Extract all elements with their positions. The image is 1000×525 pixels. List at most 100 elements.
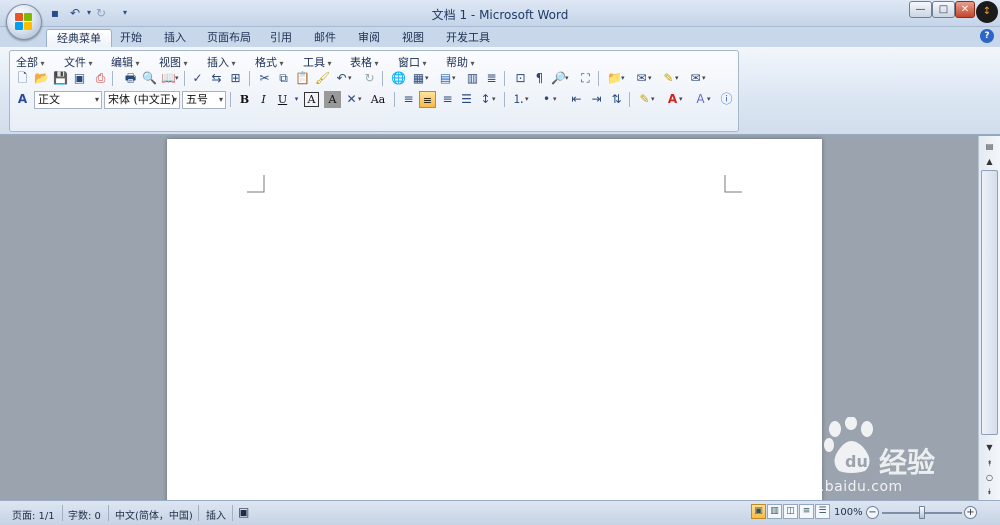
columns-icon[interactable]: ▥ [464,70,481,87]
decrease-indent-icon[interactable]: ⇤ [568,91,585,108]
menu-all[interactable]: 全部 [16,54,45,70]
tab-developer[interactable]: 开发工具 [436,29,500,47]
outline-view-button[interactable]: ≡ [799,504,814,519]
italic-button[interactable]: I [255,91,272,108]
full-screen-reading-view-button[interactable]: ▥ [767,504,782,519]
menu-help[interactable]: 帮助 [446,54,475,70]
paste-icon[interactable]: 📋 [294,70,311,87]
page-count[interactable]: 页面: 1/1 [12,507,55,522]
open-folder-icon[interactable]: 📂 [33,70,50,87]
macro-record-icon[interactable]: ▣ [238,505,249,519]
underline-dropdown-icon[interactable]: ▾ [288,91,305,108]
full-screen-icon[interactable]: ⛶ [577,70,594,87]
style-select[interactable]: 正文 ▾ [34,91,102,109]
bold-button[interactable]: B [236,91,253,108]
research-icon[interactable]: 📖 [160,70,178,87]
menu-format[interactable]: 格式 [255,54,284,70]
save-icon[interactable]: 💾 [52,70,69,87]
table-icon[interactable]: ▦ [410,70,429,87]
tab-home[interactable]: 开始 [110,29,152,47]
zoom-slider-thumb[interactable] [919,506,925,519]
menu-file[interactable]: 文件 [64,54,93,70]
tab-insert[interactable]: 插入 [154,29,196,47]
menu-window[interactable]: 窗口 [398,54,427,70]
help-icon[interactable]: ? [980,29,994,43]
tab-review[interactable]: 审阅 [348,29,390,47]
text-effect-icon[interactable]: A [692,91,710,108]
menu-edit[interactable]: 编辑 [111,54,140,70]
increase-indent-icon[interactable]: ⇥ [588,91,605,108]
styles-icon[interactable]: A [14,91,31,108]
change-case-button[interactable]: Aa [367,91,389,108]
line-spacing-icon[interactable]: ↕ [477,91,495,108]
menu-table[interactable]: 表格 [350,54,379,70]
text-effects-icon[interactable]: ✕ [343,91,361,108]
insert-mode-indicator[interactable]: 插入 [206,507,226,522]
menu-tools[interactable]: 工具 [303,54,332,70]
office-button[interactable] [6,4,42,40]
zoom-icon[interactable]: 🔎 [550,70,568,87]
browse-object-button[interactable]: ○ [981,470,998,485]
format-painter-icon[interactable]: 🖌 [314,70,331,87]
word-count[interactable]: 字数: 0 [68,507,101,522]
close-button[interactable]: ✕ [955,1,975,18]
justify-icon[interactable]: ≡ [419,91,436,108]
cut-icon[interactable]: ✂ [256,70,273,87]
align-left-icon[interactable]: ≡ [400,91,417,108]
character-border-button[interactable]: A [304,92,319,107]
translate-icon[interactable]: ⊞ [227,70,244,87]
folder-icon[interactable]: 📁 [606,70,624,87]
minimize-button[interactable]: — [909,1,932,18]
redo-icon[interactable]: ↻ [361,70,378,87]
scroll-up-button[interactable]: ▲ [981,154,998,169]
scroll-down-button[interactable]: ▼ [981,440,998,455]
zoom-level[interactable]: 100% [834,507,863,518]
tab-mailings[interactable]: 邮件 [304,29,346,47]
spelling-icon[interactable]: ✓ [189,70,206,87]
show-hide-icon[interactable]: ¶ [531,70,548,87]
sort-icon[interactable]: ⇅ [608,91,625,108]
language-indicator[interactable]: 中文(简体，中国) [115,507,193,522]
note-icon[interactable]: ✎ [660,70,678,87]
hyperlink-icon[interactable]: 🌐 [390,70,407,87]
font-color-icon[interactable]: A [664,91,683,108]
distributed-icon[interactable]: ☰ [458,91,475,108]
highlight-icon[interactable]: ✎ [636,91,654,108]
permission-icon[interactable]: ▣ [71,70,88,87]
tab-view[interactable]: 视图 [392,29,434,47]
undo-icon[interactable]: ↶ [333,70,351,87]
help-icon[interactable]: ⓘ [718,91,735,108]
font-size-select[interactable]: 五号 ▾ [182,91,226,109]
tab-classic-menu[interactable]: 经典菜单 [46,29,112,47]
draft-view-button[interactable]: ☰ [815,504,830,519]
mail-icon[interactable]: ✉ [687,70,705,87]
next-page-button[interactable]: ⯯ [981,484,998,499]
previous-page-button[interactable]: ⯭ [981,456,998,471]
web-layout-view-button[interactable]: ◫ [783,504,798,519]
bullets-icon[interactable]: • [538,91,557,108]
pdf-icon[interactable]: ⎙ [92,70,109,87]
zoom-in-button[interactable]: + [964,506,977,519]
drawing-icon[interactable]: ≣ [483,70,500,87]
menu-insert[interactable]: 插入 [207,54,236,70]
character-shading-button[interactable]: A [324,91,341,108]
tab-references[interactable]: 引用 [260,29,302,47]
insert-table-icon[interactable]: ▤ [437,70,456,87]
zoom-out-button[interactable]: − [866,506,879,519]
print-preview-icon[interactable]: 🔍 [141,70,158,87]
numbering-icon[interactable]: ⒈ [510,91,528,108]
vertical-scrollbar[interactable]: ▤ ▲ ▼ ⯭ ○ ⯯ [978,136,1000,500]
menu-view[interactable]: 视图 [159,54,188,70]
document-map-icon[interactable]: ⊡ [512,70,529,87]
document-page[interactable] [167,139,822,509]
thesaurus-icon[interactable]: ⇆ [208,70,225,87]
maximize-button[interactable]: □ [932,1,955,18]
copy-icon[interactable]: ⧉ [275,70,292,87]
ruler-toggle-icon[interactable]: ▤ [981,139,998,154]
tab-page-layout[interactable]: 页面布局 [197,29,261,47]
print-icon[interactable]: 🖶 [122,70,139,87]
font-select[interactable]: 宋体 (中文正) ▾ [104,91,180,109]
scrollbar-thumb[interactable] [981,170,998,435]
envelope-icon[interactable]: ✉ [633,70,651,87]
new-document-icon[interactable]: 🗋 [14,70,31,87]
